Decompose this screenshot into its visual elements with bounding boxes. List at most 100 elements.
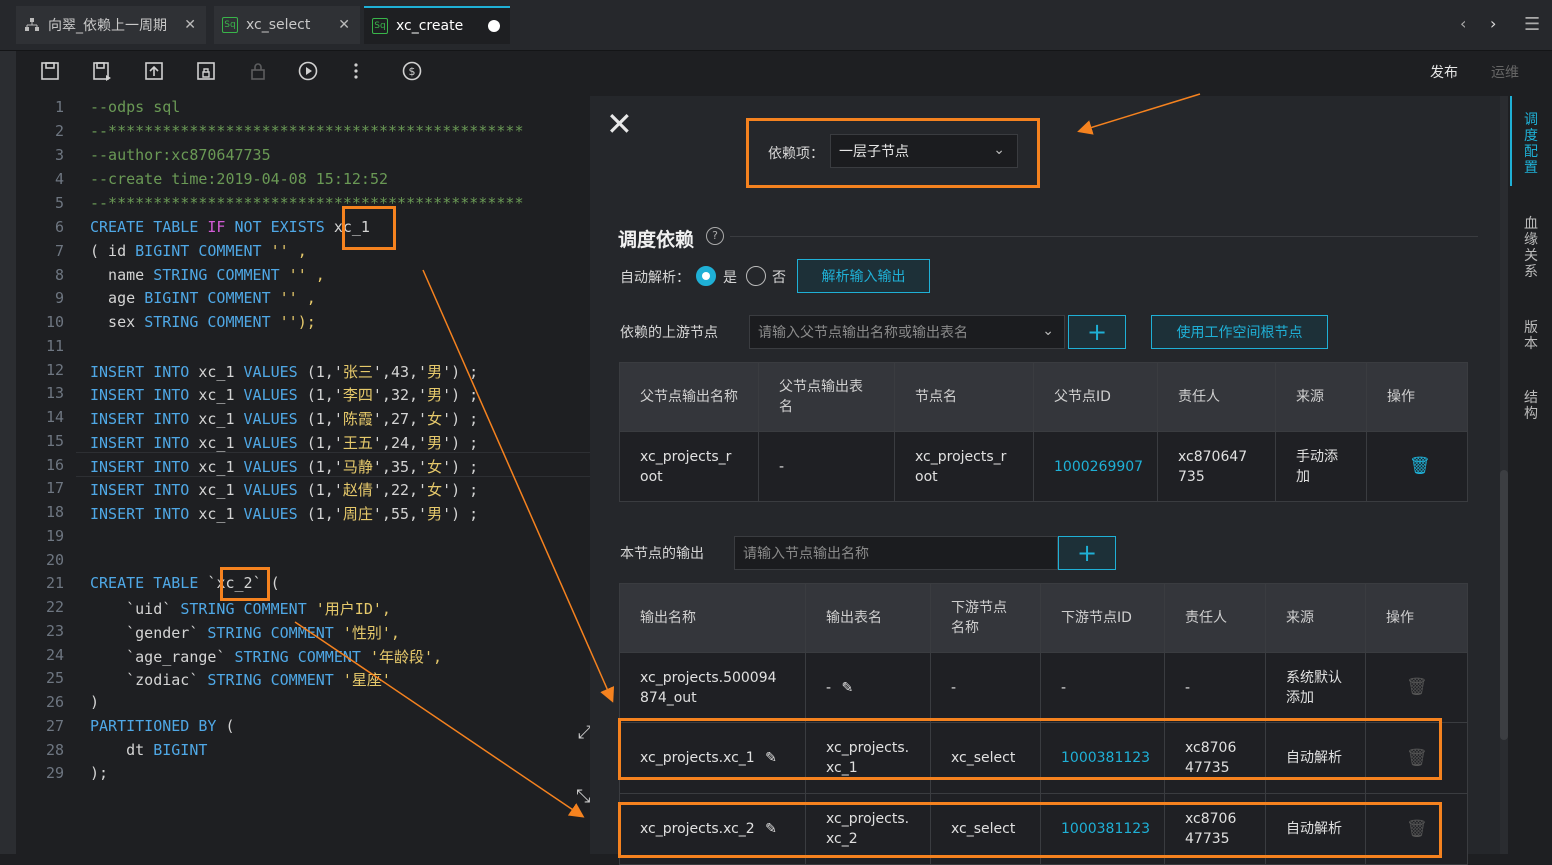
plus-icon: + [1086, 318, 1108, 346]
tab-workflow[interactable]: 向翠_依赖上一周期 ✕ [16, 6, 206, 44]
tab-version[interactable]: 版本 [1522, 320, 1540, 352]
line-number: 23 [45, 622, 64, 640]
submit-icon[interactable] [142, 59, 166, 83]
radio-yes[interactable] [696, 266, 716, 286]
cost-estimate-icon[interactable]: $ [400, 59, 424, 83]
line-number: 25 [45, 669, 64, 687]
toolbar: $ 发布 运维 [16, 51, 1552, 95]
upstream-search-input[interactable]: 请输入父节点输出名称或输出表名 ⌄ [749, 315, 1065, 349]
line-number: 15 [45, 432, 64, 450]
edit-icon[interactable]: ✎ [842, 680, 854, 696]
line-number: 17 [45, 479, 64, 497]
column-header: 责任人 [1157, 362, 1276, 432]
output-label: 本节点的输出 [620, 546, 704, 562]
tab-xc-select[interactable]: Sq xc_select ✕ [214, 6, 360, 44]
line-number: 4 [54, 170, 64, 188]
chevron-down-icon: ⌄ [993, 142, 1005, 158]
parse-io-button[interactable]: 解析输入输出 [797, 259, 930, 293]
line-number: 12 [45, 361, 64, 379]
steal-lock-icon[interactable] [194, 59, 218, 83]
upstream-placeholder: 请输入父节点输出名称或输出表名 [758, 325, 968, 341]
code-line-27: PARTITIONED BY ( [90, 717, 235, 735]
more-icon[interactable] [344, 59, 368, 83]
output-name-input[interactable]: 请输入节点输出名称 [734, 536, 1058, 570]
highlight-box-output-xc-2 [618, 802, 1442, 858]
close-tab-icon[interactable]: ✕ [184, 17, 196, 33]
column-header: 下游节点ID [1040, 583, 1165, 653]
column-header: 输出表名 [805, 583, 931, 653]
code-line-1: --odps sql [90, 98, 181, 116]
close-tab-icon[interactable]: ✕ [338, 17, 350, 33]
highlight-box-output-xc-1 [618, 718, 1442, 780]
close-icon[interactable]: ✕ [606, 108, 633, 140]
tab-label: 向翠_依赖上一周期 [48, 18, 167, 34]
publish-button[interactable]: 发布 [1430, 62, 1458, 82]
radio-no[interactable] [746, 266, 766, 286]
line-number: 20 [45, 551, 64, 569]
highlight-box-xc-1 [342, 206, 396, 250]
panel-scroll-thumb[interactable] [1500, 470, 1508, 740]
line-number: 28 [45, 741, 64, 759]
lock-icon[interactable] [246, 59, 270, 83]
line-number: 7 [54, 242, 64, 260]
table-cell: - [1040, 652, 1165, 723]
tab-xc-create[interactable]: Sq xc_create [364, 6, 510, 44]
node-id-link[interactable]: 1000269907 [1033, 431, 1158, 502]
radio-no-label: 否 [772, 270, 786, 286]
line-number: 6 [54, 218, 64, 236]
code-line-8: name STRING COMMENT '' , [90, 266, 325, 284]
line-number: 26 [45, 693, 64, 711]
tab-structure[interactable]: 结构 [1522, 390, 1540, 422]
column-header: 输出名称 [619, 583, 806, 653]
code-line-29: ); [90, 764, 109, 782]
line-number: 10 [45, 313, 64, 331]
add-output-button[interactable]: + [1058, 536, 1116, 570]
code-line-9: age BIGINT COMMENT '' , [90, 289, 316, 307]
chevron-left-icon[interactable]: ‹ [1460, 14, 1466, 33]
left-edge-strip [0, 0, 16, 854]
line-number: 24 [45, 646, 64, 664]
table-row: xc_projects.500094874_out - ✎ - - - 系统默认… [619, 652, 1468, 723]
sql-icon: Sq [222, 17, 238, 33]
run-icon[interactable] [296, 59, 320, 83]
code-line-10: sex STRING COMMENT ''); [90, 313, 316, 331]
plus-icon: + [1076, 539, 1098, 567]
tab-bar: 向翠_依赖上一周期 ✕ Sq xc_select ✕ Sq xc_create … [0, 0, 1552, 51]
right-side-tabs: 调度配置 血缘关系 版本 结构 [1510, 96, 1552, 854]
expand-icon[interactable]: ⤡ [576, 786, 590, 807]
column-header: 节点名 [894, 362, 1034, 432]
use-root-node-button[interactable]: 使用工作空间根节点 [1151, 315, 1328, 349]
chevron-right-icon[interactable]: › [1490, 14, 1496, 33]
table-cell: - [758, 431, 895, 502]
table-cell: xc_projects_root [894, 431, 1034, 502]
trash-icon: 🗑 [1406, 677, 1428, 697]
table-cell-action: 🗑 [1366, 431, 1468, 502]
svg-text:$: $ [409, 65, 416, 78]
save-icon[interactable] [38, 59, 62, 83]
table-cell-action: 🗑 [1365, 652, 1468, 723]
code-line-18: INSERT INTO xc_1 VALUES (1,'周庄',55,'男') … [90, 505, 479, 523]
unsaved-dot-icon[interactable] [488, 20, 500, 32]
line-number: 9 [54, 289, 64, 307]
column-header: 父节点输出名称 [619, 362, 759, 432]
trash-icon[interactable]: 🗑 [1387, 456, 1431, 476]
tab-schedule-config[interactable]: 调度配置 [1522, 112, 1540, 176]
line-number: 3 [54, 146, 64, 164]
save-as-icon[interactable] [90, 59, 114, 83]
tab-label: xc_select [246, 17, 311, 33]
code-line-16: INSERT INTO xc_1 VALUES (1,'马静',35,'女') … [90, 458, 479, 476]
code-editor[interactable]: 1 2 3 4 5 6 7 8 9 10 11 12 13 14 15 16 17 18 19 20 21 22 23 24 2… [16, 96, 592, 854]
tab-lineage[interactable]: 血缘关系 [1522, 216, 1540, 280]
menu-icon[interactable]: ☰ [1524, 14, 1540, 35]
help-icon[interactable]: ? [706, 227, 724, 245]
code-line-22: `uid` STRING COMMENT '用户ID', [90, 600, 391, 618]
column-header: 父节点ID [1033, 362, 1158, 432]
ops-button[interactable]: 运维 [1491, 62, 1519, 82]
line-number: 8 [54, 266, 64, 284]
section-title: 调度依赖 [618, 229, 695, 251]
code-line-17: INSERT INTO xc_1 VALUES (1,'赵倩',22,'女') … [90, 481, 479, 499]
code-line-3: --author:xc870647735 [90, 146, 271, 164]
add-upstream-button[interactable]: + [1068, 315, 1126, 349]
code-line-14: INSERT INTO xc_1 VALUES (1,'陈霞',27,'女') … [90, 410, 479, 428]
dependency-select[interactable]: 一层子节点 ⌄ [830, 134, 1018, 168]
